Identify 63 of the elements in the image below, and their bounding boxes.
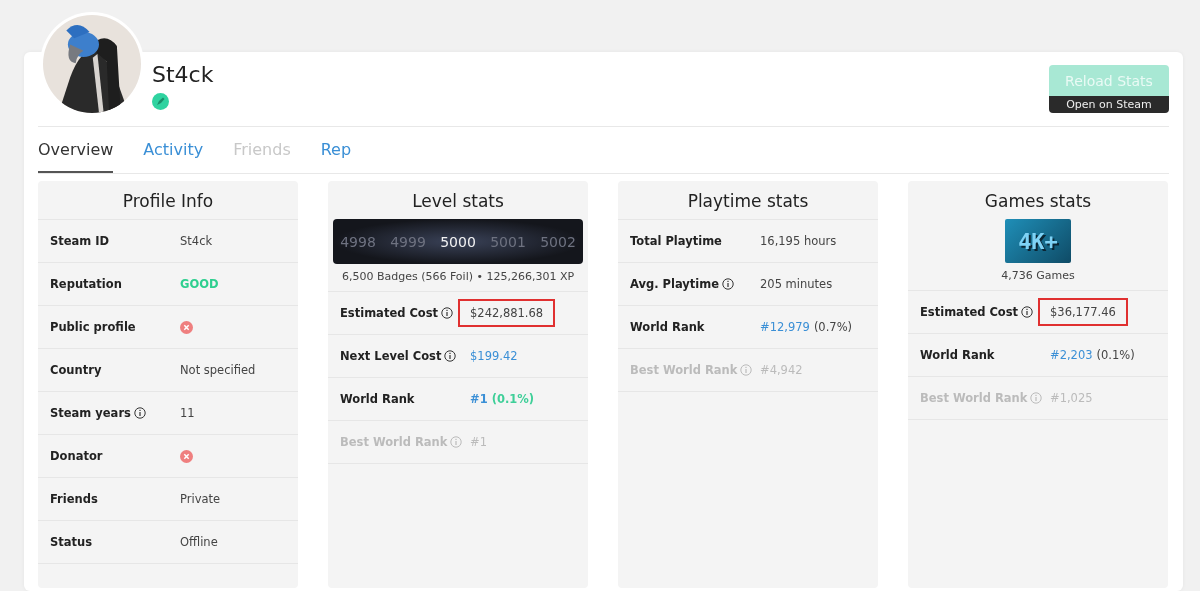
level-caption: 6,500 Badges (566 Foil) • 125,266,301 XP [341,270,575,283]
stat-label: Best World Rank [630,363,738,377]
level-number: 4999 [390,233,426,250]
stat-value: 16,195 hours [760,234,837,248]
tab[interactable]: Activity [143,127,204,173]
level-number: 5001 [490,233,526,250]
open-on-steam-button[interactable]: Open on Steam [1049,96,1169,113]
rank-share: (0.7%) [813,320,853,334]
stat-label: Total Playtime [630,234,722,248]
stat-value: #1 [470,435,487,449]
stat-value: Not specified [180,363,256,377]
stat-value: 11 [180,406,195,420]
info-icon[interactable] [722,278,735,290]
stat-label: Steam years [50,406,131,420]
stat-label: Friends [50,492,98,506]
stat-label: Reputation [50,277,122,291]
games-badge: 4K+ [1005,219,1071,263]
stat-label: World Rank [630,320,705,334]
cross-icon [180,449,193,463]
level-number: 4998 [340,233,376,250]
tab[interactable]: Rep [320,127,352,173]
stat-value: #1,025 [1050,391,1093,405]
tab[interactable]: Overview [38,127,114,173]
info-icon[interactable] [133,407,146,419]
stat-label: Next Level Cost [340,349,442,363]
panel-title: Profile Info [121,190,215,213]
stat-value: Offline [180,535,218,549]
panel-title: Level stats [411,190,505,213]
rank-share: (0.1%) [1096,348,1135,362]
profile-name: St4ck [152,62,214,87]
stat-label: Donator [50,449,103,463]
stat-label: Country [50,363,102,377]
stat-label: World Rank [340,392,415,406]
games-caption: 4,736 Games [1001,269,1075,282]
stat-value: 205 minutes [760,277,833,291]
stat-label: Public profile [50,320,136,334]
stat-value: #4,942 [760,363,803,377]
rank-link[interactable]: #12,979 [760,320,810,334]
info-icon[interactable] [444,350,457,362]
stat-label: World Rank [920,348,995,362]
reputation-value: GOOD [180,277,219,291]
stat-link[interactable]: $199.42 [470,349,518,363]
rank-link[interactable]: #2,203 [1050,348,1093,362]
rank-link[interactable]: #1 [470,392,488,406]
level-number: 5000 [440,233,476,250]
stat-label: Avg. Playtime [630,277,720,291]
info-icon[interactable] [1021,306,1034,318]
stat-value: $36,177.46 [1038,298,1128,326]
cross-icon [180,320,193,334]
panel-title: Playtime stats [686,190,810,213]
stat-label: Best World Rank [340,435,448,449]
stat-value: $242,881.68 [458,299,556,327]
stat-label: Best World Rank [920,391,1028,405]
info-icon[interactable] [441,307,454,319]
stat-label: Estimated Cost [920,305,1019,319]
stat-value: St4ck [180,234,213,248]
stat-label: Estimated Cost [340,306,439,320]
stat-label: Status [50,535,93,549]
stat-value: Private [180,492,221,506]
level-number: 5002 [540,233,576,250]
rank-share: (0.1%) [491,392,535,406]
panel-title: Games stats [983,190,1093,213]
stat-label: Steam ID [50,234,110,248]
